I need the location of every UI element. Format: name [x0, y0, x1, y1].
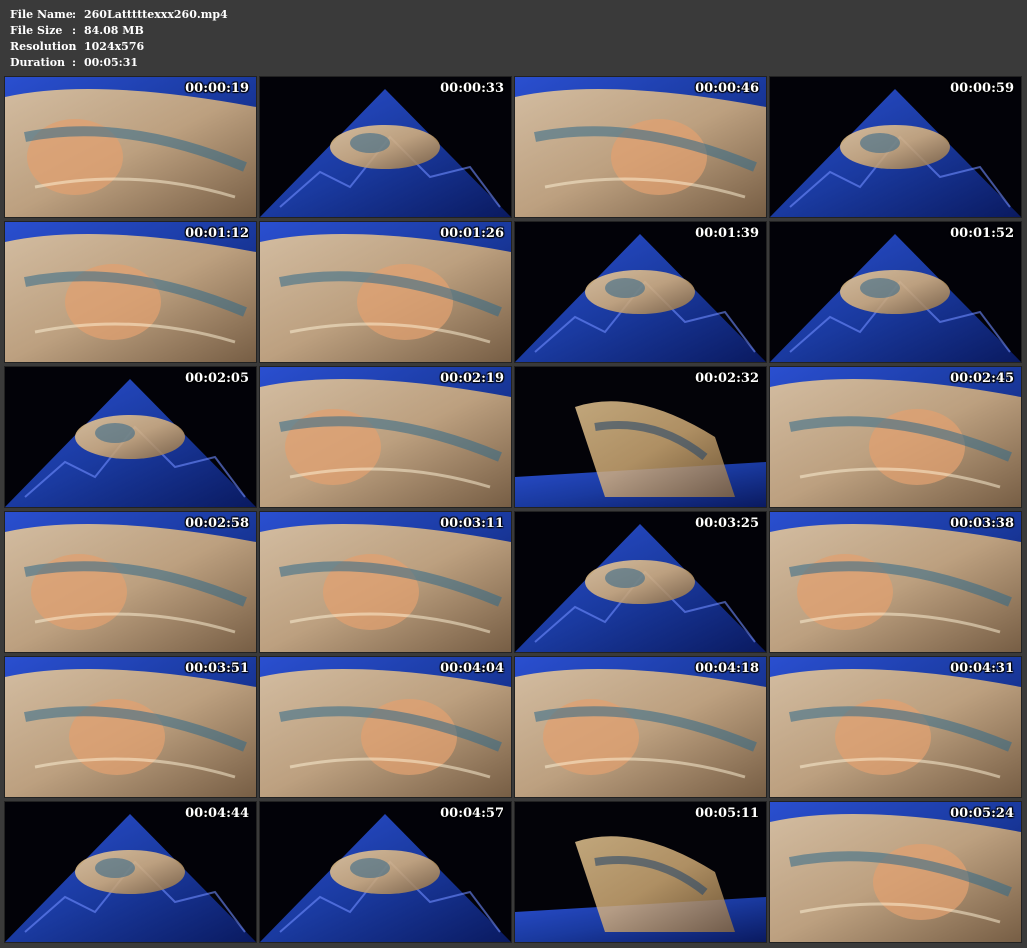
thumbnail-frame: 00:01:52 — [770, 222, 1021, 362]
thumbnail-frame: 00:02:58 — [5, 512, 256, 652]
thumbnail-frame: 00:02:05 — [5, 367, 256, 507]
video-frame-image — [260, 512, 511, 652]
thumbnail-frame: 00:01:26 — [260, 222, 511, 362]
info-label: Duration — [10, 56, 66, 69]
timestamp-label: 00:02:05 — [185, 371, 249, 386]
thumbnail-frame: 00:04:44 — [5, 802, 256, 942]
video-frame-image — [515, 367, 766, 507]
thumbnail-frame: 00:00:59 — [770, 77, 1021, 217]
video-frame-image — [260, 657, 511, 797]
thumbnail-grid: 00:00:19 00:00:33 00:00:46 00:00:59 00:01:12… — [5, 77, 1023, 943]
video-frame-image — [770, 77, 1021, 217]
timestamp-label: 00:04:57 — [440, 806, 504, 821]
timestamp-label: 00:00:19 — [185, 81, 249, 96]
thumbnail-frame: 00:03:11 — [260, 512, 511, 652]
video-frame-image — [260, 802, 511, 942]
file-name-row: File Name : 260Latttttexxx260.mp4 — [10, 7, 228, 23]
thumbnail-frame: 00:04:04 — [260, 657, 511, 797]
resolution-value: 1024x576 — [84, 40, 145, 53]
video-frame-image — [260, 222, 511, 362]
video-frame-image — [515, 77, 766, 217]
info-separator: : — [72, 24, 77, 37]
video-frame-image — [770, 367, 1021, 507]
timestamp-label: 00:03:11 — [440, 516, 504, 531]
video-frame-image — [5, 222, 256, 362]
thumbnail-frame: 00:02:19 — [260, 367, 511, 507]
timestamp-label: 00:04:31 — [950, 661, 1014, 676]
thumbnail-frame: 00:02:45 — [770, 367, 1021, 507]
video-frame-image — [515, 802, 766, 942]
timestamp-label: 00:01:26 — [440, 226, 504, 241]
info-separator: : — [72, 8, 77, 21]
timestamp-label: 00:00:33 — [440, 81, 504, 96]
thumbnail-frame: 00:04:57 — [260, 802, 511, 942]
timestamp-label: 00:03:25 — [695, 516, 759, 531]
thumbnail-frame: 00:00:19 — [5, 77, 256, 217]
timestamp-label: 00:04:18 — [695, 661, 759, 676]
timestamp-label: 00:01:12 — [185, 226, 249, 241]
timestamp-label: 00:05:24 — [950, 806, 1014, 821]
timestamp-label: 00:02:58 — [185, 516, 249, 531]
file-name-value: 260Latttttexxx260.mp4 — [84, 8, 228, 21]
thumbnail-frame: 00:03:38 — [770, 512, 1021, 652]
timestamp-label: 00:05:11 — [695, 806, 759, 821]
thumbnail-frame: 00:05:24 — [770, 802, 1021, 942]
timestamp-label: 00:00:59 — [950, 81, 1014, 96]
thumbnail-frame: 00:01:39 — [515, 222, 766, 362]
video-frame-image — [515, 512, 766, 652]
timestamp-label: 00:03:38 — [950, 516, 1014, 531]
info-separator: : — [72, 56, 77, 69]
thumbnail-frame: 00:03:25 — [515, 512, 766, 652]
timestamp-label: 00:02:19 — [440, 371, 504, 386]
duration-row: Duration : 00:05:31 — [10, 55, 228, 71]
info-label: File Name — [10, 8, 73, 21]
video-frame-image — [515, 222, 766, 362]
timestamp-label: 00:04:44 — [185, 806, 249, 821]
info-label: File Size — [10, 24, 63, 37]
duration-value: 00:05:31 — [84, 56, 139, 69]
thumbnail-frame: 00:04:18 — [515, 657, 766, 797]
thumbnail-frame: 00:00:46 — [515, 77, 766, 217]
video-frame-image — [260, 367, 511, 507]
thumbnail-frame: 00:03:51 — [5, 657, 256, 797]
timestamp-label: 00:00:46 — [695, 81, 759, 96]
thumbnail-frame: 00:01:12 — [5, 222, 256, 362]
file-info-panel: File Name : 260Latttttexxx260.mp4 File S… — [10, 7, 228, 71]
thumbnail-frame: 00:02:32 — [515, 367, 766, 507]
timestamp-label: 00:01:52 — [950, 226, 1014, 241]
video-frame-image — [5, 512, 256, 652]
video-frame-image — [770, 657, 1021, 797]
timestamp-label: 00:02:32 — [695, 371, 759, 386]
file-size-value: 84.08 MB — [84, 24, 144, 37]
timestamp-label: 00:04:04 — [440, 661, 504, 676]
info-label: Resolution — [10, 40, 77, 53]
video-frame-image — [260, 77, 511, 217]
thumbnail-frame: 00:00:33 — [260, 77, 511, 217]
thumbnail-frame: 00:04:31 — [770, 657, 1021, 797]
timestamp-label: 00:01:39 — [695, 226, 759, 241]
video-frame-image — [5, 77, 256, 217]
video-frame-image — [5, 657, 256, 797]
file-size-row: File Size : 84.08 MB — [10, 23, 228, 39]
video-frame-image — [770, 512, 1021, 652]
video-frame-image — [5, 802, 256, 942]
thumbnail-frame: 00:05:11 — [515, 802, 766, 942]
timestamp-label: 00:03:51 — [185, 661, 249, 676]
timestamp-label: 00:02:45 — [950, 371, 1014, 386]
resolution-row: Resolution : 1024x576 — [10, 39, 228, 55]
video-frame-image — [770, 802, 1021, 942]
video-frame-image — [5, 367, 256, 507]
info-separator: : — [72, 40, 77, 53]
video-frame-image — [515, 657, 766, 797]
video-frame-image — [770, 222, 1021, 362]
